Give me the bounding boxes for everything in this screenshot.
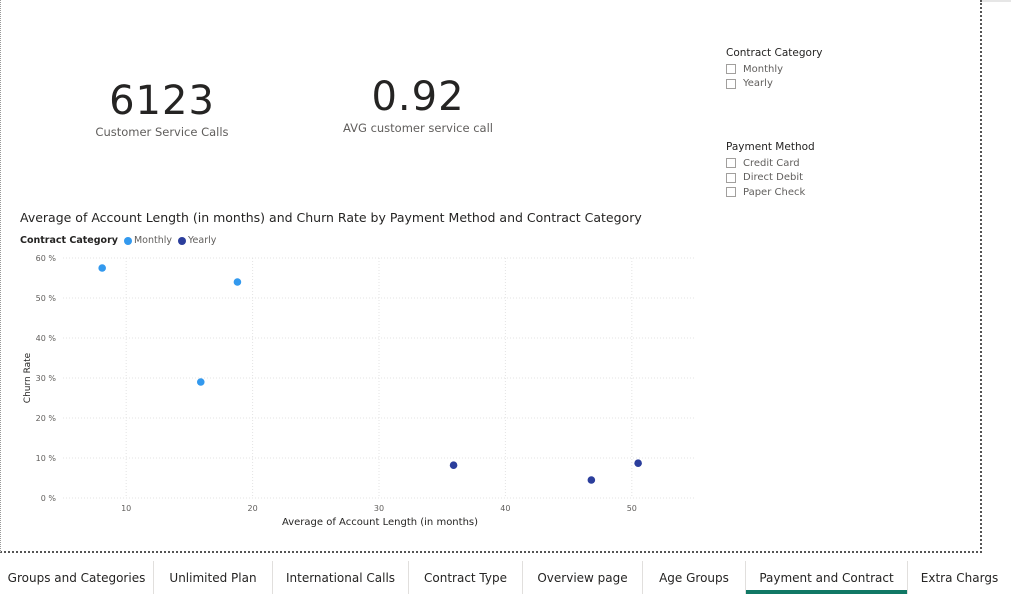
- page-tabs: Groups and Categories Unlimited Plan Int…: [0, 561, 1011, 594]
- x-axis-title: Average of Account Length (in months): [282, 517, 478, 528]
- tab-extra-chargs[interactable]: Extra Chargs: [908, 561, 1011, 594]
- x-tick-label: 20: [248, 504, 258, 513]
- data-point-monthly: [233, 278, 242, 286]
- tab-international-calls[interactable]: International Calls: [273, 561, 409, 594]
- y-tick-label: 50 %: [36, 294, 57, 303]
- y-axis-title: Churn Rate: [23, 352, 33, 403]
- y-tick-label: 0 %: [41, 494, 57, 503]
- x-tick-label: 10: [121, 504, 131, 513]
- y-tick-label: 40 %: [36, 334, 57, 343]
- x-tick-label: 50: [627, 504, 637, 513]
- x-tick-label: 30: [374, 504, 384, 513]
- data-point-yearly: [587, 476, 596, 484]
- data-point-monthly: [196, 378, 205, 386]
- x-tick-label: 40: [500, 504, 510, 513]
- y-tick-label: 60 %: [36, 254, 57, 263]
- tab-overview-page[interactable]: Overview page: [523, 561, 643, 594]
- tab-groups-and-categories[interactable]: Groups and Categories: [0, 561, 154, 594]
- tab-contract-type[interactable]: Contract Type: [409, 561, 523, 594]
- scatter-chart: 0 % 10 % 20 % 30 % 40 % 50 % 60 % 10 20 30 40 50 Ave…: [23, 254, 695, 528]
- data-point-yearly: [449, 461, 458, 470]
- tab-unlimited-plan[interactable]: Unlimited Plan: [154, 561, 273, 594]
- tab-payment-and-contract[interactable]: Payment and Contract: [746, 561, 908, 594]
- y-tick-label: 20 %: [36, 414, 57, 423]
- data-point-monthly: [98, 264, 106, 272]
- tab-age-groups[interactable]: Age Groups: [643, 561, 746, 594]
- y-tick-label: 30 %: [36, 374, 57, 383]
- data-point-yearly: [634, 459, 642, 468]
- y-tick-label: 10 %: [36, 454, 57, 463]
